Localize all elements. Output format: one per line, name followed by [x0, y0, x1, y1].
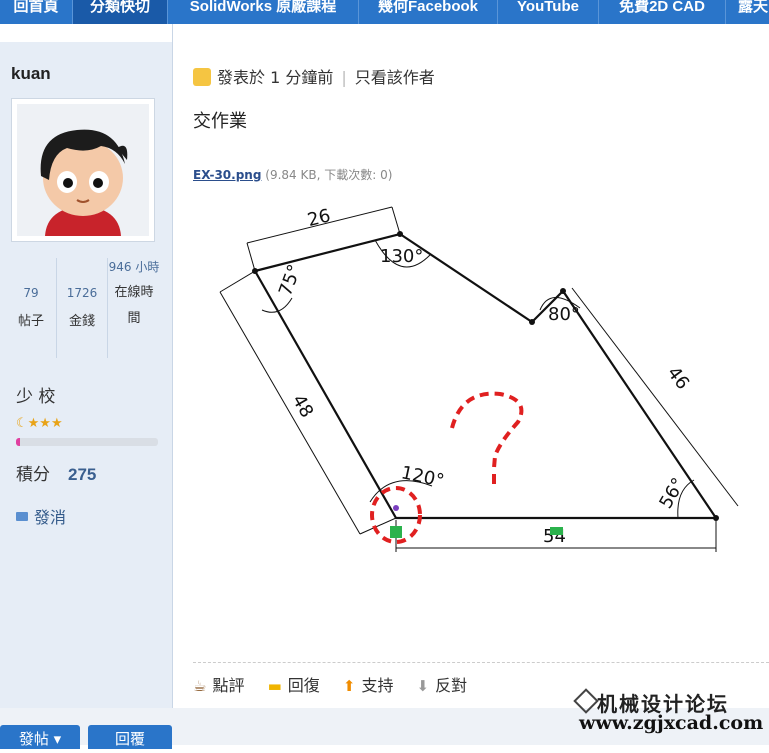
top-navigation: 回首頁 分類快切 SolidWorks 原廠課程 幾何Facebook YouT…: [0, 0, 769, 24]
nav-ruten[interactable]: 露天: [726, 0, 769, 24]
stat-posts-value: 79: [23, 286, 39, 300]
stat-posts[interactable]: 79 帖子: [6, 254, 56, 362]
rate-button[interactable]: ☕ 點評: [193, 676, 244, 695]
stat-online-time[interactable]: 946 小時 在線時間: [108, 254, 160, 362]
arrow-up-icon: ⬆: [342, 677, 356, 695]
stat-money-label: 金錢: [68, 314, 95, 329]
username[interactable]: kuan: [11, 64, 51, 84]
dim-56: 56°: [655, 474, 689, 512]
nav-free-2d-cad[interactable]: 免費2D CAD: [599, 0, 726, 24]
points-value: 275: [68, 465, 97, 484]
send-message-link[interactable]: 發消: [16, 504, 66, 528]
avatar[interactable]: [11, 98, 155, 242]
attachment: EX-30.png (9.84 KB, 下載次數: 0): [193, 166, 392, 183]
author-sidebar: kuan 79 帖子 1726 金錢 946 小時 在線時間 少 校 ☾★★★ …: [0, 42, 173, 745]
attachment-link[interactable]: EX-30.png: [193, 168, 261, 182]
attachment-info: (9.84 KB, 下載次數: 0): [265, 168, 393, 182]
user-rank: 少 校: [16, 387, 56, 407]
post-actions: ☕ 點評 ▬ 回復 ⬆ 支持 ⬇ 反對: [193, 672, 485, 696]
stat-online-value: 946 小時: [108, 260, 160, 274]
reply-button[interactable]: ▬ 回復: [268, 676, 320, 695]
watermark-url: www.zgjxcad.com: [579, 712, 764, 734]
dim-130: 130°: [380, 246, 423, 267]
reply-post-button[interactable]: 回覆: [88, 725, 172, 749]
dim-120: 120°: [399, 462, 446, 492]
nav-home[interactable]: 回首頁: [0, 0, 73, 24]
dim-26: 26: [305, 205, 332, 231]
points-label: 積分: [16, 465, 50, 485]
nav-youtube[interactable]: YouTube: [498, 0, 599, 24]
new-post-button[interactable]: 發帖 ▾: [0, 725, 80, 749]
nav-category-switch[interactable]: 分類快切: [73, 0, 168, 24]
rank-stars-icon: ☾★★★: [16, 416, 63, 431]
speech-bubble-icon: ▬: [267, 677, 282, 695]
red-question-mark: [450, 391, 524, 469]
support-button[interactable]: ⬆ 支持: [343, 676, 394, 695]
rank-progress-bar: [16, 438, 158, 446]
post-content-text: 交作業: [193, 111, 247, 132]
header-strip: [0, 24, 769, 42]
post-time: 發表於 1 分鐘前: [217, 68, 334, 87]
dim-75: 75°: [275, 262, 306, 299]
post-divider: [193, 662, 769, 663]
send-message-label: 發消: [34, 508, 67, 527]
dim-46: 46: [663, 363, 694, 394]
stat-money[interactable]: 1726 金錢: [57, 254, 107, 362]
arrow-down-icon: ⬇: [416, 677, 430, 695]
site-watermark: 机械设计论坛 www.zgjxcad.com: [573, 686, 769, 736]
online-user-icon: [193, 68, 211, 86]
oppose-button[interactable]: ⬇ 反對: [417, 676, 468, 695]
polygon-outline: [254, 232, 719, 520]
user-points: 積分 275: [16, 460, 96, 485]
nav-solidworks-courses[interactable]: SolidWorks 原廠課程: [168, 0, 359, 24]
attachment-image[interactable]: 26 130° 75° 80° 46 48 120° 56° 54: [200, 190, 760, 565]
coffee-icon: ☕: [193, 677, 207, 695]
stat-posts-label: 帖子: [17, 314, 44, 329]
avatar-cartoon-icon: [17, 104, 149, 236]
dim-80: 80°: [548, 304, 580, 325]
author-only-link[interactable]: 只看該作者: [355, 68, 435, 87]
stat-online-label: 在線時間: [114, 285, 154, 326]
stat-money-value: 1726: [66, 286, 98, 300]
post-meta: 發表於 1 分鐘前 | 只看該作者: [193, 64, 435, 88]
nav-facebook[interactable]: 幾何Facebook: [359, 0, 498, 24]
forum-logo-icon: [573, 688, 599, 714]
envelope-icon: [16, 512, 28, 521]
user-stats: 79 帖子 1726 金錢 946 小時 在線時間: [6, 254, 166, 362]
